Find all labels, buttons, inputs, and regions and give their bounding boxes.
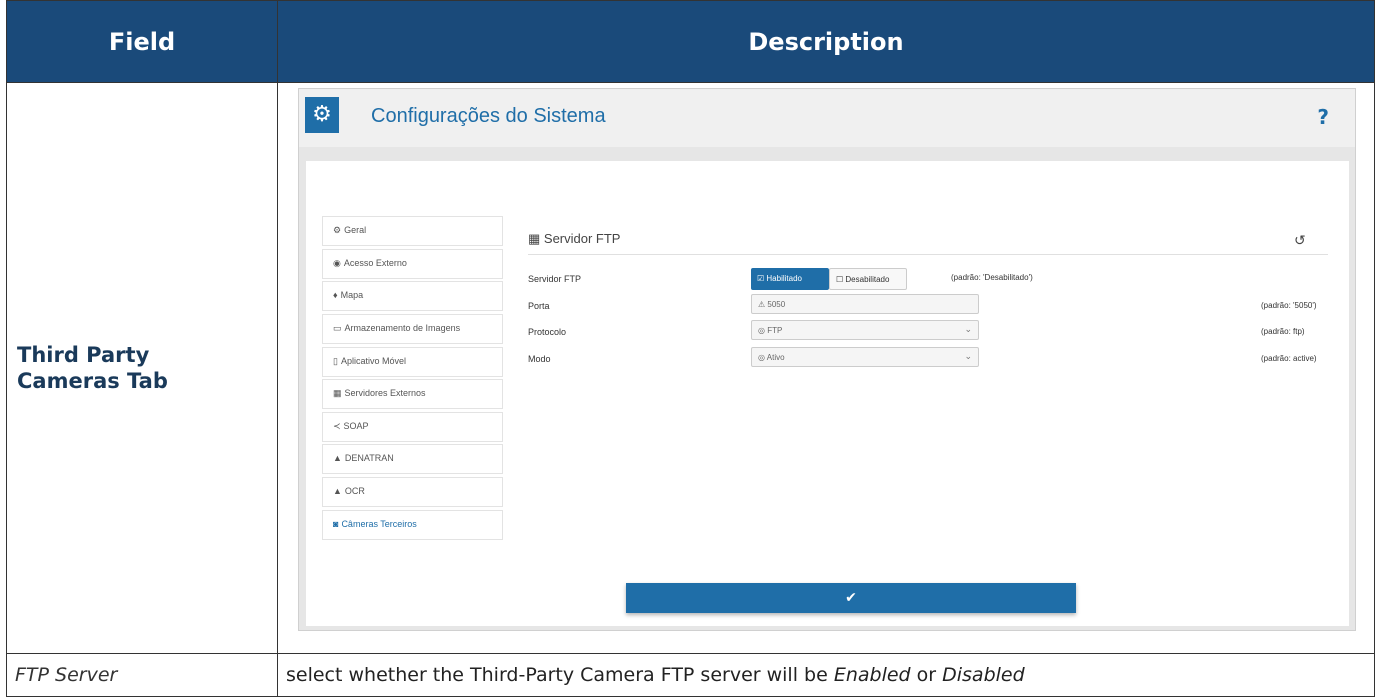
mode-value: Ativo	[766, 353, 785, 363]
sidebar-item[interactable]: ▭ Armazenamento de Imagens	[322, 313, 503, 344]
sidebar-item-label: Armazenamento de Imagens	[344, 322, 461, 333]
port-value: 5050	[767, 300, 786, 310]
mode-label: Modo	[528, 354, 551, 365]
header-field: Field	[6, 0, 278, 84]
sidebar-item-label: Mapa	[340, 290, 364, 301]
chevron-down-icon: ⌄	[964, 351, 972, 362]
sidebar-item-label: SOAP	[343, 420, 369, 431]
header-row: Field Description	[6, 0, 1375, 84]
port-label: Porta	[528, 301, 550, 312]
field-cell-ftp-server: FTP Server	[6, 652, 278, 697]
save-button[interactable]: ✔	[626, 583, 1076, 614]
protocol-label: Protocolo	[528, 327, 567, 338]
sidebar-item[interactable]: ▲ OCR	[322, 476, 503, 507]
car-icon: ▲	[333, 485, 342, 496]
checkbox-checked-icon: ☑	[757, 274, 767, 284]
sidebar-item[interactable]: ▦ Servidores Externos	[322, 379, 503, 410]
header-description: Description	[277, 0, 1375, 84]
ftp-hint: (padrão: 'Desabilitado')	[951, 273, 1033, 283]
help-icon[interactable]: ?	[1317, 105, 1329, 129]
map-pin-icon: ♦	[333, 290, 338, 301]
table-row: FTP Server select whether the Third-Part…	[6, 652, 1375, 697]
chevron-down-icon: ⌄	[964, 324, 972, 335]
section-title: ▦ Servidor FTP	[528, 231, 620, 247]
sidebar-item[interactable]: ≺ SOAP	[322, 411, 503, 442]
mobile-icon: ▯	[333, 355, 338, 366]
check-icon: ✔	[845, 590, 857, 607]
sidebar-item-label: Acesso Externo	[343, 257, 407, 268]
doc-table: Field Description Third Party Cameras Ta…	[6, 0, 1375, 697]
disabled-toggle-button[interactable]: ☐ Desabilitado	[829, 268, 907, 291]
ftp-server-label: Servidor FTP	[528, 274, 582, 285]
camera-icon: ◙	[333, 518, 339, 529]
section-divider	[528, 254, 1328, 256]
screenshot-cell: ⚙ Configurações do Sistema ? ⚙ Geral ◉ Aces…	[277, 82, 1375, 654]
soap-icon: ≺	[333, 420, 341, 431]
sidebar-item-label: Aplicativo Móvel	[340, 355, 406, 366]
sidebar-item[interactable]: ◉ Acesso Externo	[322, 248, 503, 279]
field-label-line1: Third Party	[17, 343, 150, 368]
settings-title: Configurações do Sistema	[371, 105, 606, 128]
globe-icon: ◉	[333, 257, 341, 268]
desc-enabled: Enabled	[833, 663, 911, 686]
sidebar-item[interactable]: ♦ Mapa	[322, 281, 503, 312]
sidebar-item[interactable]: ▯ Aplicativo Móvel	[322, 346, 503, 377]
car-icon: ▲	[333, 453, 342, 464]
enabled-toggle-button[interactable]: ☑ Habilitado	[751, 268, 829, 291]
sidebar-item[interactable]: ◙ Câmeras Terceiros	[322, 509, 503, 540]
field-cell-third-party: Third Party Cameras Tab	[6, 82, 278, 654]
disabled-label: Desabilitado	[845, 275, 890, 285]
protocol-select[interactable]: ◎ FTP ⌄	[751, 320, 979, 341]
desc-disabled: Disabled	[942, 663, 1025, 686]
server-icon: ▦	[333, 388, 342, 399]
section-title-text: Servidor FTP	[543, 231, 621, 247]
port-hint: (padrão: '5050')	[1261, 301, 1317, 311]
sidebar-item-label: DENATRAN	[344, 453, 394, 464]
checkbox-empty-icon: ☐	[836, 275, 846, 285]
protocol-value: FTP	[767, 326, 783, 336]
network-icon: ⚠	[758, 300, 768, 310]
protocol-hint: (padrão: ftp)	[1261, 327, 1305, 337]
settings-title-bar: ⚙ Configurações do Sistema ?	[299, 89, 1355, 148]
port-input[interactable]: ⚠ 5050	[751, 294, 979, 315]
sidebar-item[interactable]: ▲ DENATRAN	[322, 444, 503, 475]
mode-hint: (padrão: active)	[1261, 354, 1317, 364]
globe-icon: ◎	[758, 353, 767, 363]
table-row: Third Party Cameras Tab ⚙ Configurações …	[6, 82, 1375, 654]
server-icon: ▦	[528, 231, 544, 247]
enabled-label: Habilitado	[766, 274, 802, 284]
desc-prefix: select whether the Third-Party Camera FT…	[286, 663, 834, 686]
settings-panel: ⚙ Geral ◉ Acesso Externo ♦ Mapa ▭ Armazenamento…	[306, 161, 1349, 627]
sidebar-item[interactable]: ⚙ Geral	[322, 216, 503, 247]
gears-icon: ⚙	[305, 97, 339, 134]
desc-or: or	[910, 663, 943, 686]
mode-select[interactable]: ◎ Ativo ⌄	[751, 347, 979, 368]
sidebar-item-label: OCR	[344, 485, 365, 496]
sidebar-item-label: Servidores Externos	[344, 388, 426, 399]
reset-icon[interactable]: ↺	[1294, 233, 1306, 249]
sidebar-item-label: Câmeras Terceiros	[341, 518, 417, 529]
sidebar-item-label: Geral	[344, 225, 367, 236]
field-label-line2: Cameras Tab	[17, 369, 168, 394]
gears-icon: ⚙	[333, 225, 342, 236]
globe-icon: ◎	[758, 326, 768, 336]
embedded-screenshot: ⚙ Configurações do Sistema ? ⚙ Geral ◉ Aces…	[298, 88, 1356, 632]
description-cell: select whether the Third-Party Camera FT…	[277, 652, 1375, 697]
hdd-icon: ▭	[333, 322, 342, 333]
